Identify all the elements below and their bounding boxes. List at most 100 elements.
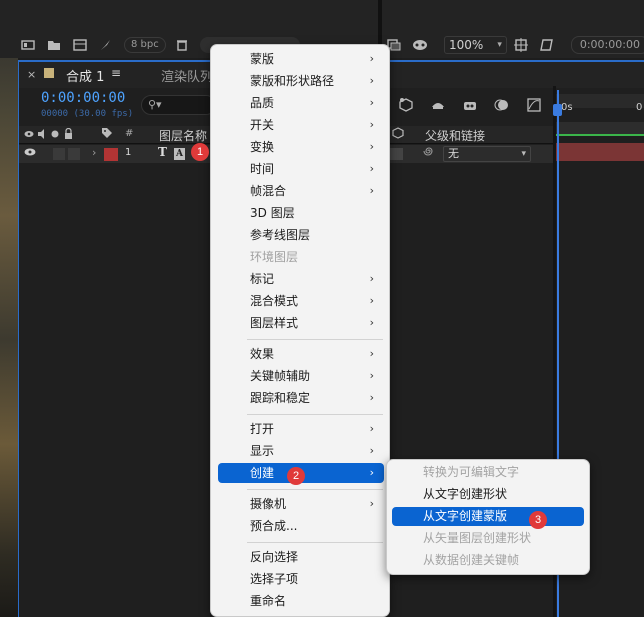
search-icon: ⚲▾ — [148, 98, 162, 111]
menu-item-environment-layer: 环境图层 — [250, 250, 299, 264]
menu-item-blending-mode[interactable]: 混合模式 › — [218, 291, 384, 311]
menu-item-track-and-stabilize[interactable]: 跟踪和稳定 › — [218, 388, 384, 408]
menu-separator — [247, 542, 383, 543]
chevron-down-icon: ▾ — [521, 149, 526, 159]
layer-number: 1 — [125, 147, 132, 158]
tab-render-queue[interactable]: 渲染队列 — [161, 66, 213, 85]
menu-item-camera[interactable]: 摄像机 › — [218, 494, 384, 514]
chevron-right-icon: › — [369, 347, 374, 360]
after-effects-window: 8 bpc 100% ▾ 0:00:00:00 × 合成 1 ≡ 渲染队列 0:… — [0, 0, 644, 617]
transparency-grid-icon[interactable] — [539, 38, 555, 52]
close-icon[interactable]: × — [27, 68, 36, 81]
menu-item-3d-layer[interactable]: 3D 图层 — [218, 203, 384, 223]
interpret-footage-icon[interactable] — [20, 38, 36, 52]
layer-duration-bar[interactable] — [556, 143, 644, 161]
label-tag-icon — [101, 127, 113, 142]
layer-search-input[interactable]: ⚲▾ — [141, 95, 216, 115]
magnification-select[interactable]: 100% ▾ — [444, 36, 507, 54]
parent-select-value: 无 — [448, 147, 459, 160]
menu-item-mask[interactable]: 蒙版 › — [218, 49, 384, 69]
submenu-item-create-keyframes-from-data: 从数据创建关键帧 — [423, 553, 520, 567]
parent-select[interactable]: 无 ▾ — [443, 146, 531, 162]
menu-item-quality[interactable]: 品质 › — [218, 93, 384, 113]
desktop-wallpaper — [0, 0, 18, 617]
chevron-right-icon: › — [369, 369, 374, 382]
parent-link-column[interactable]: 父级和链接 — [425, 127, 485, 144]
current-time-display[interactable]: 0:00:00:00 — [41, 90, 125, 106]
menu-item-keyframe-assistant[interactable]: 关键帧辅助 › — [218, 366, 384, 386]
menu-item-layer-styles[interactable]: 图层样式 › — [218, 313, 384, 333]
chevron-right-icon: › — [369, 444, 374, 457]
choose-grid-icon[interactable] — [513, 38, 529, 52]
layer-number-column: # — [125, 128, 134, 139]
timeline-switches-toolbar — [397, 96, 557, 114]
chevron-right-icon: › — [369, 316, 374, 329]
chevron-right-icon: › — [369, 162, 374, 175]
bit-depth-button[interactable]: 8 bpc — [124, 37, 166, 53]
3d-layer-switch[interactable] — [389, 148, 403, 160]
chevron-right-icon: › — [369, 96, 374, 109]
rocket-icon[interactable] — [98, 38, 114, 52]
viewer-toolbar-right-tools: 100% ▾ 0:00:00:00 — [386, 34, 644, 56]
magnification-value: 100% — [449, 38, 484, 52]
viewer-timecode[interactable]: 0:00:00:00 — [570, 36, 644, 54]
menu-item-time[interactable]: 时间 › — [218, 159, 384, 179]
chevron-right-icon: › — [369, 52, 374, 65]
menu-item-guide-layer[interactable]: 参考线图层 — [218, 225, 384, 245]
chevron-down-icon: ▾ — [497, 40, 502, 50]
menu-separator — [247, 414, 383, 415]
chevron-right-icon: › — [369, 422, 374, 435]
pick-whip-icon[interactable] — [423, 145, 435, 160]
menu-item-mask-and-shape-path[interactable]: 蒙版和形状路径 › — [218, 71, 384, 91]
text-animator-icon: A — [174, 148, 185, 160]
menu-item-switches[interactable]: 开关 › — [218, 115, 384, 135]
shy-layers-icon[interactable] — [429, 96, 447, 114]
submenu-item-create-shapes-from-vector-layer: 从矢量图层创建形状 — [423, 531, 532, 545]
solo-toggle[interactable] — [53, 148, 65, 160]
menu-item-transform[interactable]: 变换 › — [218, 137, 384, 157]
chevron-right-icon: › — [369, 497, 374, 510]
work-area-bar[interactable] — [556, 122, 644, 136]
menu-item-select-children[interactable]: 选择子项 — [218, 569, 384, 589]
composition-swatch — [44, 68, 54, 78]
create-submenu: 转换为可编辑文字 从文字创建形状 从文字创建蒙版 从矢量图层创建形状 从数据创建… — [386, 459, 590, 575]
menu-item-effect[interactable]: 效果 › — [218, 344, 384, 364]
chevron-right-icon: › — [369, 466, 374, 479]
panel-menu-icon[interactable]: ≡ — [111, 66, 121, 80]
menu-item-markers[interactable]: 标记 › — [218, 269, 384, 289]
mask-visibility-icon[interactable] — [412, 38, 428, 52]
tab-composition[interactable]: 合成 1 — [66, 66, 104, 85]
layer-context-menu: 蒙版 › 蒙版和形状路径 › 品质 › 开关 › 变换 › 时间 › 帧混合 › 3D 图层 … — [210, 44, 390, 617]
folder-icon[interactable] — [46, 38, 62, 52]
frame-rate-display: 00000 (30.00 fps) — [41, 109, 134, 119]
lock-toggle[interactable] — [68, 148, 80, 160]
menu-separator — [247, 489, 383, 490]
expand-chevron-icon[interactable]: › — [92, 146, 96, 159]
menu-item-open[interactable]: 打开 › — [218, 419, 384, 439]
ruler-label-start: 0s — [561, 102, 573, 113]
submenu-item-create-masks-from-text[interactable]: 从文字创建蒙版 — [392, 507, 584, 526]
layer-name-column[interactable]: 图层名称 — [159, 127, 207, 144]
menu-item-frame-blending[interactable]: 帧混合 › — [218, 181, 384, 201]
submenu-item-create-shapes-from-text[interactable]: 从文字创建形状 — [392, 485, 584, 504]
playhead-handle[interactable] — [553, 104, 562, 116]
trash-icon[interactable] — [174, 38, 190, 52]
motion-blur-icon[interactable] — [493, 96, 511, 114]
chevron-right-icon: › — [369, 118, 374, 131]
frame-blending-icon[interactable] — [461, 96, 479, 114]
new-composition-icon[interactable] — [72, 38, 88, 52]
av-features-icons — [24, 127, 88, 143]
label-color-swatch[interactable] — [104, 148, 118, 161]
step-badge-1: 1 — [191, 143, 209, 161]
graph-editor-icon[interactable] — [525, 96, 543, 114]
draft-3d-icon[interactable] — [397, 96, 415, 114]
step-badge-2: 2 — [287, 467, 305, 485]
menu-item-reveal[interactable]: 显示 › — [218, 441, 384, 461]
ruler-label-next: 0 — [636, 102, 643, 113]
chevron-right-icon: › — [369, 74, 374, 87]
menu-item-invert-selection[interactable]: 反向选择 — [218, 547, 384, 567]
menu-item-rename[interactable]: 重命名 — [218, 591, 384, 611]
eye-icon[interactable] — [24, 147, 36, 160]
step-badge-3: 3 — [529, 511, 547, 529]
menu-item-pre-compose[interactable]: 预合成... — [218, 516, 384, 536]
